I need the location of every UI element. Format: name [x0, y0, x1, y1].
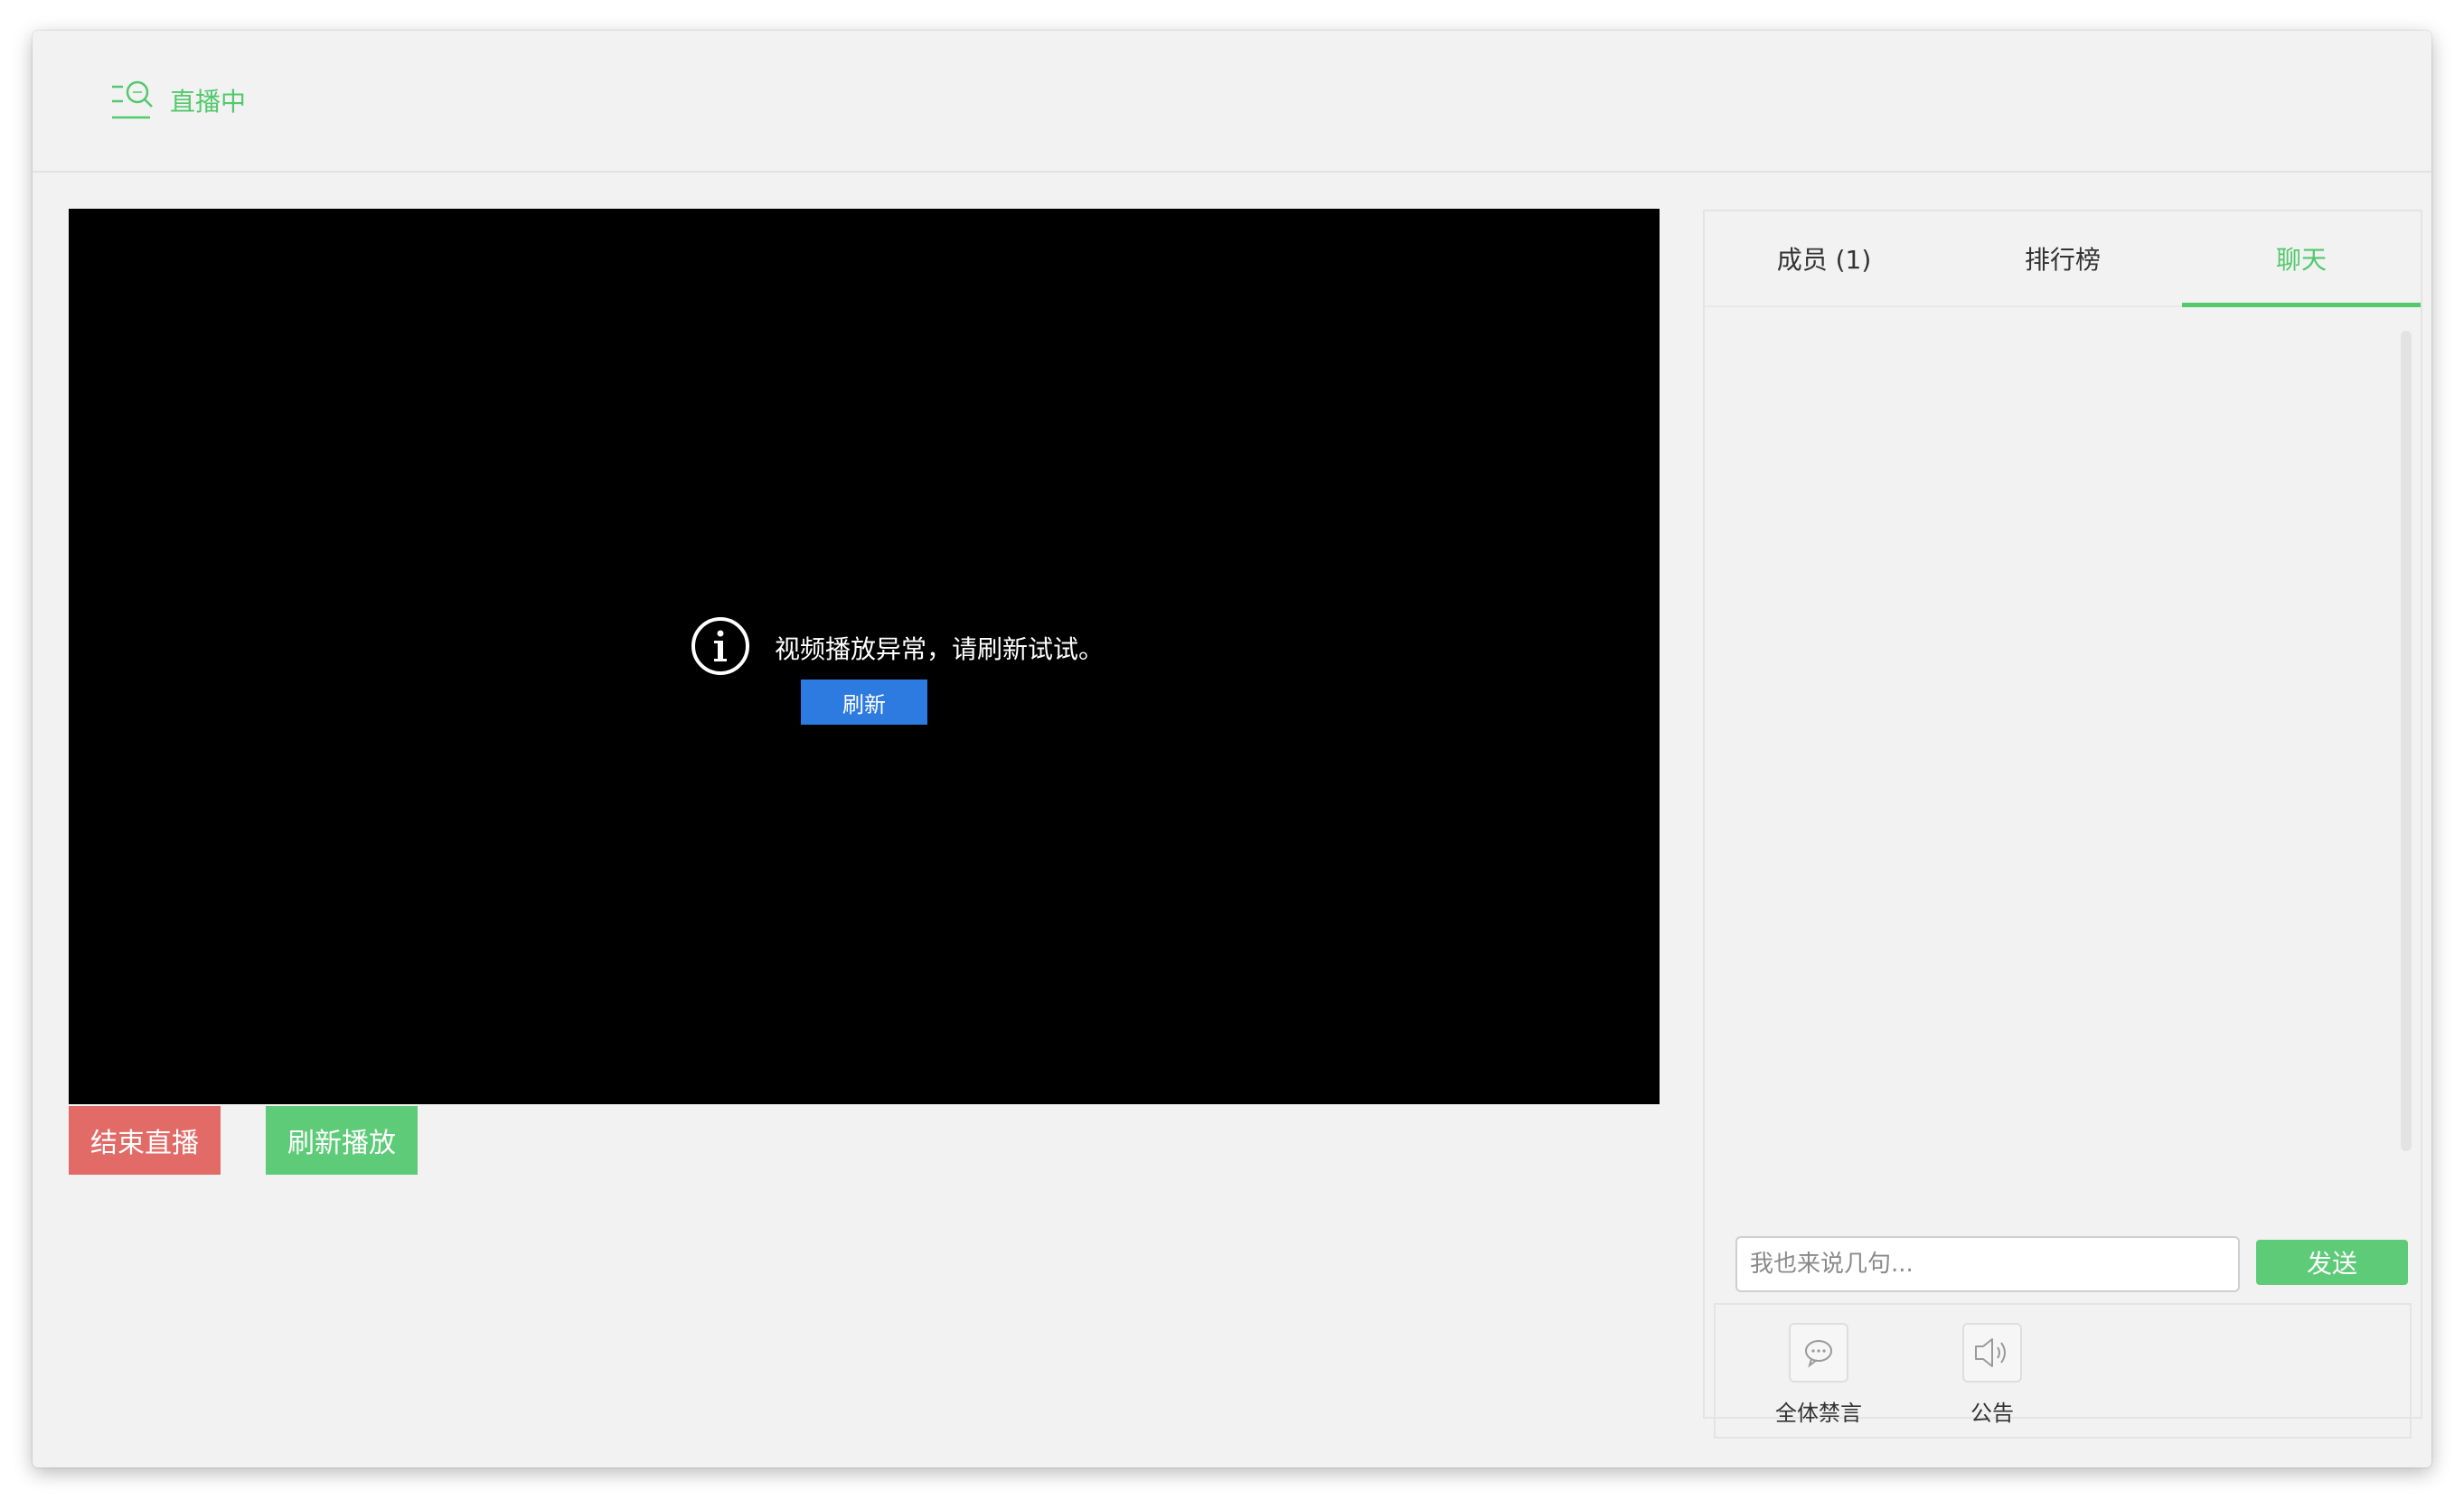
end-live-button[interactable]: 结束直播 [69, 1106, 221, 1175]
tab-members[interactable]: 成员 (1) [1705, 211, 1943, 305]
panel-tabs: 成员 (1) 排行榜 聊天 [1705, 211, 2421, 307]
refresh-play-button[interactable]: 刷新播放 [266, 1106, 418, 1175]
side-panel: 成员 (1) 排行榜 聊天 发送 全体禁言 [1703, 210, 2422, 1439]
header: 直播中 [33, 31, 2431, 173]
info-circle-icon [690, 615, 751, 680]
video-error: 视频播放异常，请刷新试试。 [690, 615, 1104, 680]
speaker-icon [1962, 1323, 2022, 1383]
tab-leaderboard[interactable]: 排行榜 [1943, 211, 2182, 305]
refresh-button[interactable]: 刷新 [801, 680, 927, 725]
app-window: 直播中 视频播放异常，请刷新试试。 刷新 结束直播 刷新播放 成员 (1) 排行… [33, 31, 2431, 1467]
chat-input[interactable] [1735, 1236, 2240, 1292]
video-error-message: 视频播放异常，请刷新试试。 [775, 634, 1105, 664]
video-player[interactable]: 视频播放异常，请刷新试试。 刷新 [69, 209, 1660, 1104]
send-button[interactable]: 发送 [2256, 1240, 2408, 1285]
live-status-label: 直播中 [170, 87, 247, 117]
announcement-label: 公告 [1970, 1401, 2014, 1426]
announcement-tool[interactable]: 公告 [1938, 1323, 2046, 1427]
tab-chat[interactable]: 聊天 [2182, 211, 2421, 307]
chat-scrollbar[interactable] [2401, 331, 2412, 1151]
live-search-icon [110, 80, 155, 121]
chat-bubble-icon [1789, 1323, 1848, 1383]
mute-all-tool[interactable]: 全体禁言 [1764, 1323, 1873, 1427]
live-status: 直播中 [110, 80, 246, 121]
mute-all-label: 全体禁言 [1775, 1401, 1862, 1426]
chat-tools: 全体禁言 公告 [1714, 1303, 2412, 1439]
